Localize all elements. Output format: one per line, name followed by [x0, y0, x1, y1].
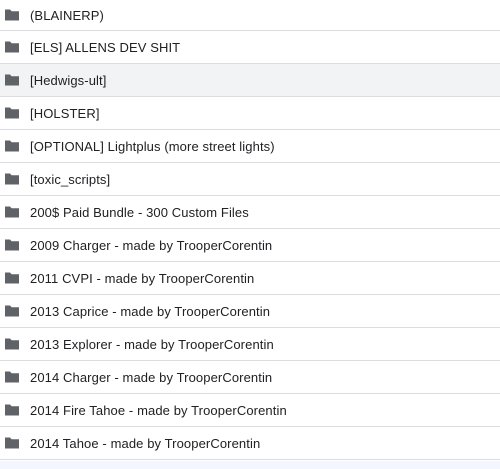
folder-icon: [4, 8, 20, 22]
folder-name: [HOLSTER]: [30, 105, 100, 121]
folder-row[interactable]: 2014 Tahoe - made by TrooperCorentin: [0, 427, 500, 460]
folder-icon: [4, 238, 20, 252]
bottom-strip: [0, 461, 500, 469]
file-list: (BLAINERP) [ELS] ALLENS DEV SHIT [Hedwig…: [0, 0, 500, 460]
folder-row[interactable]: (BLAINERP): [0, 0, 500, 31]
folder-icon: [4, 172, 20, 186]
folder-name: [ELS] ALLENS DEV SHIT: [30, 39, 181, 55]
folder-row[interactable]: 200$ Paid Bundle - 300 Custom Files: [0, 196, 500, 229]
folder-icon: [4, 436, 20, 450]
folder-icon: [4, 106, 20, 120]
folder-icon: [4, 337, 20, 351]
folder-name: 2013 Explorer - made by TrooperCorentin: [30, 336, 274, 352]
folder-row[interactable]: [Hedwigs-ult]: [0, 64, 500, 97]
folder-row[interactable]: [toxic_scripts]: [0, 163, 500, 196]
folder-row[interactable]: [ELS] ALLENS DEV SHIT: [0, 31, 500, 64]
folder-row[interactable]: 2009 Charger - made by TrooperCorentin: [0, 229, 500, 262]
folder-name: 2014 Fire Tahoe - made by TrooperCorenti…: [30, 402, 287, 418]
folder-name: 2014 Charger - made by TrooperCorentin: [30, 369, 273, 385]
folder-icon: [4, 40, 20, 54]
folder-row[interactable]: 2014 Fire Tahoe - made by TrooperCorenti…: [0, 394, 500, 427]
folder-name: 200$ Paid Bundle - 300 Custom Files: [30, 204, 249, 220]
folder-row[interactable]: 2011 CVPI - made by TrooperCorentin: [0, 262, 500, 295]
folder-row[interactable]: 2014 Charger - made by TrooperCorentin: [0, 361, 500, 394]
folder-icon: [4, 304, 20, 318]
folder-name: 2014 Tahoe - made by TrooperCorentin: [30, 435, 261, 451]
folder-row[interactable]: 2013 Caprice - made by TrooperCorentin: [0, 295, 500, 328]
folder-icon: [4, 205, 20, 219]
folder-icon: [4, 73, 20, 87]
folder-name: [OPTIONAL] Lightplus (more street lights…: [30, 138, 275, 154]
folder-icon: [4, 271, 20, 285]
folder-icon: [4, 403, 20, 417]
folder-row[interactable]: [OPTIONAL] Lightplus (more street lights…: [0, 130, 500, 163]
folder-name: (BLAINERP): [30, 7, 104, 23]
folder-name: 2013 Caprice - made by TrooperCorentin: [30, 303, 271, 319]
folder-name: [toxic_scripts]: [30, 171, 111, 187]
folder-name: 2009 Charger - made by TrooperCorentin: [30, 237, 273, 253]
folder-name: [Hedwigs-ult]: [30, 72, 107, 88]
folder-row[interactable]: [HOLSTER]: [0, 97, 500, 130]
folder-name: 2011 CVPI - made by TrooperCorentin: [30, 270, 255, 286]
folder-icon: [4, 370, 20, 384]
folder-icon: [4, 139, 20, 153]
folder-row[interactable]: 2013 Explorer - made by TrooperCorentin: [0, 328, 500, 361]
